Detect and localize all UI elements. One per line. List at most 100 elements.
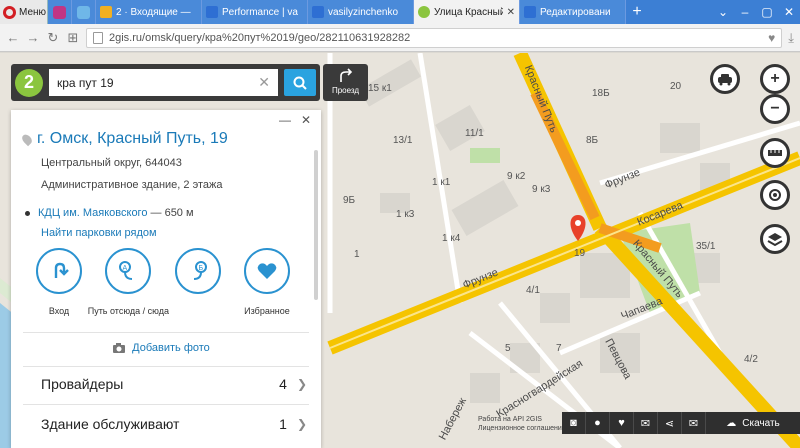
forward-icon[interactable]: → [26,30,40,45]
place-card: — ✕ г. Омск, Красный Путь, 19 Центральны… [11,110,321,448]
route-button[interactable]: Проезд [323,64,368,101]
api-credit[interactable]: Работа на API 2GIS [478,415,566,424]
house-number: 11/1 [465,128,484,139]
download-icon[interactable]: ⤓ [788,30,794,46]
zoom-in-button[interactable]: + [760,64,790,94]
new-tab-button[interactable]: + [626,0,648,24]
add-photo-label: Добавить фото [132,342,210,354]
divider [23,404,309,405]
search-button[interactable] [284,69,316,96]
entrance-circle [36,248,82,294]
chat-icon: ✉ [640,417,651,430]
entrance-label: Вход [48,306,70,316]
minimize-icon[interactable]: – [734,5,756,19]
url-field[interactable]: 2gis.ru/omsk/query/кра%20пут%2019/geo/28… [86,27,783,48]
share-button[interactable]: ⋖ [658,412,682,434]
cloud-download-icon: ☁ [726,417,737,429]
2gis-favicon-icon [418,6,430,18]
tab-bar: Меню 2 · Входящие — Performance | va vas… [0,0,800,24]
route-b-icon: Б [193,261,207,280]
back-icon[interactable]: ← [6,30,20,45]
page-icon [312,6,324,18]
speed-dial-icon[interactable]: ⊞ [66,30,80,46]
favorite-button[interactable]: Избранное [233,248,301,316]
crosshair-icon [769,189,781,201]
chat-button[interactable]: ✉ [634,412,658,434]
mail-button[interactable]: ✉ [682,412,706,434]
clear-search-icon[interactable]: ✕ [258,74,270,91]
search-query-text: кра пут 19 [57,75,114,90]
place-title: г. Омск, Красный Путь, 19 [20,130,228,148]
route-from-to-button[interactable]: A Путь отсюда / сюда [88,248,169,316]
window-controls: ⌄ – ▢ ✕ [712,0,800,24]
url-text: 2gis.ru/omsk/query/кра%20пут%2019/geo/28… [109,31,411,44]
house-number: 1 к1 [432,177,451,188]
tab-label: Performance | va [222,6,298,18]
opera-menu-button[interactable]: Меню [0,0,48,24]
svg-text:A: A [123,265,128,272]
ruler-button[interactable] [760,138,790,168]
building-services-section[interactable]: Здание обслуживают 1 ❯ [41,416,307,432]
map-bottom-toolbar: ◙ ● ♥ ✉ ⋖ ✉ ☁ Скачать [562,412,800,434]
page-icon [524,6,536,18]
2gis-logo-icon[interactable]: 2 [15,68,43,97]
address-bar: ← → ↻ ⊞ 2gis.ru/omsk/query/кра%20пут%201… [0,24,800,52]
tab-menu-icon[interactable]: ⌄ [712,5,734,19]
reload-icon[interactable]: ↻ [46,30,60,46]
card-controls: — ✕ [279,113,311,127]
user-icon: ● [594,417,601,429]
minus-icon: − [770,100,780,117]
mail-icon [100,6,112,18]
tab-label: Улица Красный П [434,6,503,18]
entrance-button[interactable]: Вход [25,248,93,316]
card-scrollbar[interactable] [314,150,318,300]
route-label-card: Путь отсюда / сюда [87,306,169,316]
maximize-icon[interactable]: ▢ [756,5,778,19]
providers-label: Провайдеры [41,376,124,392]
camera-icon [113,343,126,353]
svg-text:Б: Б [198,265,203,272]
tab-vasily[interactable]: vasilyzinchenko [308,0,414,24]
search-input[interactable]: кра пут 19 ✕ [49,69,278,96]
traffic-button[interactable] [710,64,740,94]
camera-icon: ◙ [570,417,577,429]
tab-pinned-photo[interactable] [72,0,96,24]
route-to-button[interactable]: Б [164,248,232,316]
camera-button[interactable]: ◙ [562,412,586,434]
collapse-icon[interactable]: — [279,113,291,127]
add-photo-button[interactable]: Добавить фото [11,342,311,354]
providers-count: 4 [279,376,287,392]
instagram-icon [53,5,66,19]
chevron-right-icon: ❯ [296,377,307,391]
house-number: 1 [354,249,360,260]
tab-label: 2 · Входящие — [116,6,191,18]
house-number: 1 к4 [442,233,461,244]
license-link[interactable]: Лицензионное соглашение [478,424,566,433]
download-app-button[interactable]: ☁ Скачать [706,418,800,429]
tab-pinned-instagram[interactable] [48,0,72,24]
tab-mail[interactable]: 2 · Входящие — [96,0,202,24]
tab-performance[interactable]: Performance | va [202,0,308,24]
providers-section[interactable]: Провайдеры 4 ❯ [41,376,307,392]
parking-link[interactable]: Найти парковки рядом [41,227,157,239]
download-label: Скачать [742,417,780,429]
photo-icon [77,5,90,19]
user-button[interactable]: ● [586,412,610,434]
search-bar: 2 кра пут 19 ✕ [11,64,320,101]
close-card-icon[interactable]: ✕ [301,113,311,127]
close-window-icon[interactable]: ✕ [778,5,800,19]
mail-icon: ✉ [688,417,699,430]
layers-button[interactable] [760,224,790,254]
geolocation-button[interactable] [760,180,790,210]
house-number: 1 к3 [396,209,415,220]
tab-label: Редактировани [540,6,611,18]
tab-2gis-active[interactable]: Улица Красный П ✕ [414,0,520,24]
place-address: г. Омск, Красный Путь, 19 [37,130,228,147]
zoom-out-button[interactable]: − [760,94,790,124]
favorites-button[interactable]: ♥ [610,412,634,434]
bookmark-heart-icon[interactable]: ♥ [768,31,775,45]
close-tab-icon[interactable]: ✕ [507,7,515,18]
house-number: 20 [670,81,682,92]
metro-link[interactable]: КДЦ им. Маяковского [38,207,147,219]
tab-edit[interactable]: Редактировани [520,0,626,24]
